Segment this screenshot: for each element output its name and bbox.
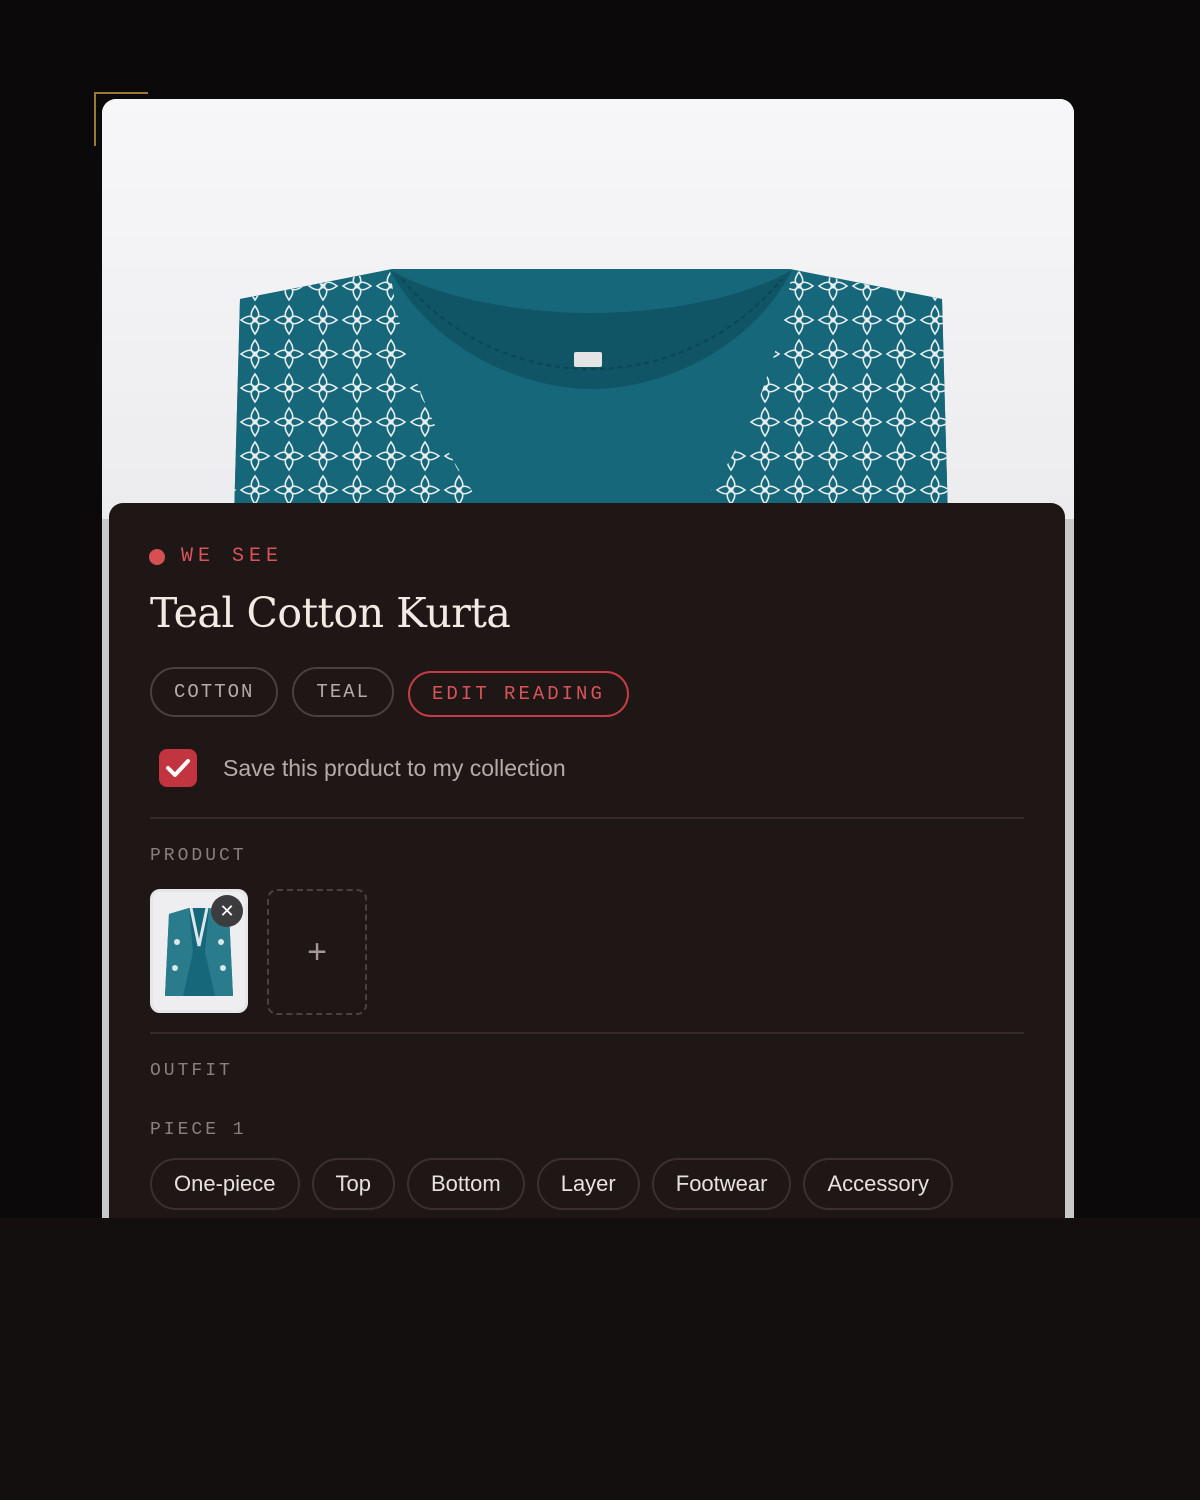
status-eyebrow: WE SEE (181, 545, 284, 568)
piece-label: PIECE 1 (150, 1120, 247, 1140)
divider (150, 817, 1024, 819)
divider (150, 1032, 1024, 1034)
kurta-image (234, 269, 948, 519)
status-indicator: WE SEE (149, 545, 283, 568)
product-title: Teal Cotton Kurta (150, 589, 511, 637)
app-screen: WE SEE Teal Cotton Kurta COTTON TEAL EDI… (102, 99, 1074, 1299)
product-section-label: PRODUCT (150, 846, 247, 866)
product-photo (102, 99, 1074, 519)
piece-type-options: One-piece Top Bottom Layer Footwear Acce… (150, 1158, 953, 1210)
status-dot-icon (149, 548, 165, 565)
outfit-section-label: OUTFIT (150, 1061, 233, 1081)
close-icon: ✕ (219, 900, 235, 921)
piece-type-bottom[interactable]: Bottom (407, 1158, 525, 1210)
remove-product-button[interactable]: ✕ (211, 895, 243, 927)
edit-reading-button[interactable]: EDIT READING (408, 671, 629, 717)
piece-type-one-piece[interactable]: One-piece (150, 1158, 300, 1210)
check-icon (166, 759, 190, 777)
piece-type-top[interactable]: Top (311, 1158, 395, 1210)
tag-material: COTTON (150, 667, 279, 717)
piece-type-layer[interactable]: Layer (536, 1158, 640, 1210)
save-collection-toggle[interactable]: Save this product to my collection (159, 749, 566, 787)
save-checkbox[interactable] (159, 749, 197, 787)
add-product-button[interactable]: + (267, 889, 367, 1015)
save-label: Save this product to my collection (223, 754, 566, 781)
plus-icon: + (307, 932, 327, 971)
piece-type-accessory[interactable]: Accessory (803, 1158, 953, 1210)
piece-type-footwear[interactable]: Footwear (651, 1158, 792, 1210)
product-sheet: WE SEE Teal Cotton Kurta COTTON TEAL EDI… (109, 503, 1065, 1299)
bottom-band (0, 1218, 1200, 1500)
attribute-chips: COTTON TEAL EDIT READING (150, 667, 629, 717)
tag-color: TEAL (292, 667, 395, 717)
